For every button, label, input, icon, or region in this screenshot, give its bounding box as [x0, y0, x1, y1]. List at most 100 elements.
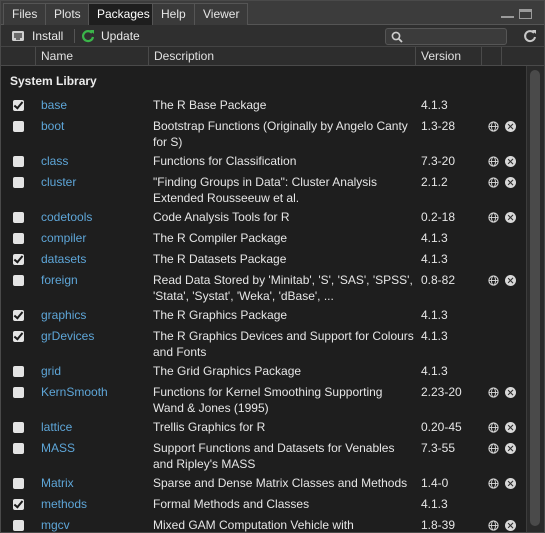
tab-files[interactable]: Files	[3, 3, 47, 25]
package-load-checkbox[interactable]	[13, 310, 24, 321]
globe-icon[interactable]	[488, 387, 499, 398]
package-load-checkbox[interactable]	[13, 121, 24, 132]
package-name-link[interactable]: Matrix	[41, 476, 74, 490]
remove-package-icon[interactable]	[505, 478, 516, 489]
refresh-icon[interactable]	[523, 29, 537, 43]
globe-icon[interactable]	[488, 478, 499, 489]
search-input[interactable]	[406, 29, 504, 44]
package-name-link[interactable]: MASS	[41, 441, 75, 455]
remove-package-icon[interactable]	[505, 443, 516, 454]
tab-bar: Files Plots Packages Help Viewer	[1, 1, 544, 26]
package-name-link[interactable]: datasets	[41, 252, 86, 266]
package-version: 4.1.3	[421, 329, 448, 343]
refresh-update-icon	[81, 30, 95, 43]
package-version: 7.3-20	[421, 154, 456, 168]
install-button[interactable]: Install	[11, 27, 67, 45]
package-name-link[interactable]: mgcv	[41, 518, 70, 532]
package-load-checkbox[interactable]	[13, 520, 24, 531]
package-version: 4.1.3	[421, 308, 448, 322]
package-version: 1.4-0	[421, 476, 449, 490]
package-load-checkbox[interactable]	[13, 387, 24, 398]
remove-package-icon[interactable]	[505, 387, 516, 398]
package-name-link[interactable]: compiler	[41, 231, 86, 245]
remove-package-icon[interactable]	[505, 275, 516, 286]
package-load-checkbox[interactable]	[13, 443, 24, 454]
package-name-link[interactable]: KernSmooth	[41, 385, 108, 399]
package-load-checkbox[interactable]	[13, 331, 24, 342]
package-load-checkbox[interactable]	[13, 212, 24, 223]
update-button[interactable]: Update	[81, 27, 141, 45]
package-load-checkbox[interactable]	[13, 254, 24, 265]
package-description: Support Functions and Datasets for Venab…	[153, 441, 395, 471]
column-header-description[interactable]: Description	[148, 47, 415, 66]
package-version: 1.8-39	[421, 518, 456, 532]
package-name-link[interactable]: grDevices	[41, 329, 94, 343]
package-load-checkbox[interactable]	[13, 366, 24, 377]
globe-icon[interactable]	[488, 520, 499, 531]
remove-package-icon[interactable]	[505, 212, 516, 223]
package-description: Functions for Classification	[153, 154, 297, 168]
package-description: The R Base Package	[153, 98, 267, 112]
scrollbar-thumb[interactable]	[530, 70, 540, 526]
package-load-checkbox[interactable]	[13, 478, 24, 489]
package-description: The R Datasets Package	[153, 252, 287, 266]
package-load-checkbox[interactable]	[13, 156, 24, 167]
package-name-link[interactable]: base	[41, 98, 67, 112]
globe-icon[interactable]	[488, 177, 499, 188]
package-description: Trellis Graphics for R	[153, 420, 266, 434]
globe-icon[interactable]	[488, 443, 499, 454]
package-name-link[interactable]: lattice	[41, 420, 72, 434]
package-name-link[interactable]: grid	[41, 364, 61, 378]
package-load-checkbox[interactable]	[13, 499, 24, 510]
globe-icon[interactable]	[488, 156, 499, 167]
maximize-pane-icon[interactable]	[519, 9, 532, 19]
column-header-version[interactable]: Version	[415, 47, 481, 66]
package-name-link[interactable]: boot	[41, 119, 64, 133]
package-version: 2.23-20	[421, 385, 462, 399]
package-description: The R Graphics Package	[153, 308, 288, 322]
package-description: Bootstrap Functions (Originally by Angel…	[153, 119, 408, 149]
remove-package-icon[interactable]	[505, 156, 516, 167]
install-icon	[12, 31, 24, 41]
package-load-checkbox[interactable]	[13, 233, 24, 244]
package-description: Code Analysis Tools for R	[153, 210, 290, 224]
package-load-checkbox[interactable]	[13, 275, 24, 286]
vertical-scrollbar[interactable]	[526, 66, 544, 532]
toolbar-divider	[74, 29, 75, 43]
globe-icon[interactable]	[488, 275, 499, 286]
package-name-link[interactable]: methods	[41, 497, 87, 511]
package-name-link[interactable]: codetools	[41, 210, 92, 224]
package-description: Functions for Kernel Smoothing Supportin…	[153, 385, 383, 415]
tab-viewer[interactable]: Viewer	[194, 3, 249, 25]
package-description: The Grid Graphics Package	[153, 364, 302, 378]
remove-package-icon[interactable]	[505, 121, 516, 132]
search-icon	[391, 31, 403, 43]
package-load-checkbox[interactable]	[13, 422, 24, 433]
package-version: 1.3-28	[421, 119, 456, 133]
package-version: 0.2-18	[421, 210, 456, 224]
remove-package-icon[interactable]	[505, 520, 516, 531]
package-version: 4.1.3	[421, 98, 448, 112]
tab-packages[interactable]: Packages	[88, 3, 159, 26]
package-version: 2.1.2	[421, 175, 448, 189]
package-name-link[interactable]: foreign	[41, 273, 78, 287]
globe-icon[interactable]	[488, 422, 499, 433]
package-search[interactable]	[385, 28, 507, 45]
package-version: 0.20-45	[421, 420, 462, 434]
column-header-name[interactable]: Name	[35, 47, 148, 66]
package-description: Mixed GAM Computation Vehicle with	[153, 518, 354, 532]
tab-help[interactable]: Help	[152, 3, 195, 25]
remove-package-icon[interactable]	[505, 422, 516, 433]
package-description: Read Data Stored by 'Minitab', 'S', 'SAS…	[153, 273, 413, 303]
globe-icon[interactable]	[488, 121, 499, 132]
remove-package-icon[interactable]	[505, 177, 516, 188]
package-load-checkbox[interactable]	[13, 177, 24, 188]
globe-icon[interactable]	[488, 212, 499, 223]
package-name-link[interactable]: class	[41, 154, 68, 168]
package-load-checkbox[interactable]	[13, 100, 24, 111]
package-name-link[interactable]: graphics	[41, 308, 86, 322]
table-header: Name Description Version	[1, 47, 544, 66]
package-name-link[interactable]: cluster	[41, 175, 76, 189]
minimize-pane-icon[interactable]	[501, 9, 514, 18]
tab-plots[interactable]: Plots	[45, 3, 90, 25]
